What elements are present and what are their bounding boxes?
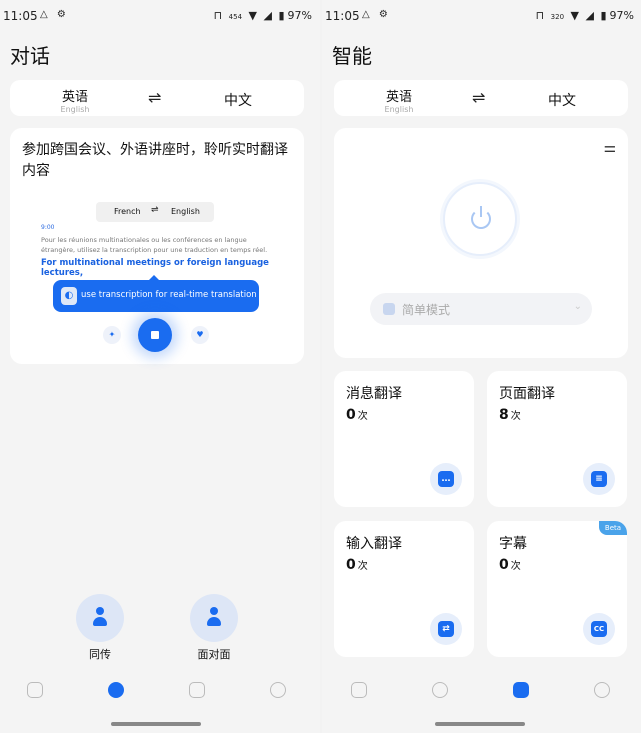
smart-icon[interactable] [513,682,529,698]
interpret-icon[interactable] [108,682,124,698]
preview-swap-icon: ⇌ [151,205,159,215]
page-translate-card[interactable]: 页面翻译 8次 ≡ [487,371,627,507]
smart-screen: 11:05 △ ⚙ ⊓ 320 ▼ ◢ ▮ 97% 智能 英语 English ⇌… [322,0,641,733]
target-language-button[interactable]: 中文 [203,90,273,110]
bottom-nav [0,676,320,704]
language-selector: 英语 English ⇌ 中文 [334,80,628,116]
feature-title: 消息翻译 [346,386,402,402]
status-bar: 11:05 △ ⚙ ⊓ 320 ▼ ◢ ▮ 97% [322,9,641,27]
status-left-icons: △ ⚙ [40,9,69,20]
tooltip-arrow [149,275,159,280]
wifi-icon: ▼ [248,9,258,22]
preview-english-text: For multinational meetings or foreign la… [41,258,269,278]
profile-icon[interactable] [594,682,610,698]
source-language-button[interactable]: 英语 English [40,86,110,114]
page-translate-icon: ≡ [583,463,615,495]
page-title: 智能 [332,44,372,68]
preview-tooltip: ◐ use transcription for real-time transl… [53,275,259,312]
profile-icon[interactable] [270,682,286,698]
feature-count: 8次 [499,407,521,423]
mode-select-value: 简单模式 [402,303,451,317]
status-bar: 11:05 △ ⚙ ⊓ 454 ▼ ◢ ▮ 97% [0,9,320,27]
interpret-icon[interactable] [432,682,448,698]
input-translate-icon: ⇄ [430,613,462,645]
battery-icon: ▮ [278,9,285,22]
input-translate-card[interactable]: 输入翻译 0次 ⇄ [334,521,474,657]
home-indicator[interactable] [435,722,525,726]
feature-title: 字幕 [499,536,527,552]
chevron-down-icon: ⌄ [573,301,582,312]
status-right-icons: ⊓ 454 ▼ ◢ ▮ 97% [211,9,312,22]
power-button[interactable] [443,182,517,256]
heart-icon: ♥ [191,326,209,344]
feature-count: 0次 [499,557,521,573]
chat-icon[interactable] [351,682,367,698]
chat-icon[interactable] [27,682,43,698]
stop-icon [138,318,172,352]
bottom-nav [322,676,641,704]
sliders-icon[interactable]: ⚌ [603,140,616,156]
message-translate-icon: … [430,463,462,495]
feature-title: 页面翻译 [499,386,555,402]
smart-icon[interactable] [189,682,205,698]
page-title: 对话 [10,44,50,68]
conversation-screen: 11:05 △ ⚙ ⊓ 454 ▼ ◢ ▮ 97% 对话 英语 English ⇌… [0,0,320,733]
preview-lang-a: French [114,207,141,216]
preview-lang-b: English [171,207,200,216]
status-time: 11:05 [3,9,38,23]
beta-badge: Beta [599,521,627,535]
target-language-button[interactable]: 中文 [527,90,597,110]
battery-level: 97% [287,9,312,22]
status-time: 11:05 [325,9,360,23]
feature-title: 输入翻译 [346,536,402,552]
source-language-sub: English [60,105,90,114]
intro-card: 参加跨国会议、外语讲座时，聆听实时翻译内容 French ⇌ English 9… [10,128,304,364]
preview-french-text: Pour les réunions multinationales ou les… [41,236,268,254]
home-indicator[interactable] [111,722,201,726]
simultaneous-interpret-icon [76,594,124,642]
subtitle-icon: CC [583,613,615,645]
intro-text: 参加跨国会议、外语讲座时，聆听实时翻译内容 [22,142,288,179]
wifi-icon: ▼ [570,9,580,22]
sparkle-icon: ✦ [103,326,121,344]
feature-count: 0次 [346,557,368,573]
source-language-sub: English [384,105,414,114]
face-to-face-icon [190,594,238,642]
tooltip-text: use transcription for real-time translat… [81,290,257,300]
battery-level: 97% [609,9,634,22]
earbuds-icon: ◐ [61,287,77,305]
face-to-face-button[interactable]: 面对面 [189,594,239,662]
swap-languages-icon[interactable]: ⇌ [148,88,161,107]
mode-icon [383,303,395,315]
battery-icon: ▮ [600,9,607,22]
status-right-icons: ⊓ 320 ▼ ◢ ▮ 97% [533,9,634,22]
power-icon [471,206,491,229]
vibrate-icon: ⊓ [213,9,223,22]
subtitle-card[interactable]: Beta 字幕 0次 CC [487,521,627,657]
signal-icon: ◢ [585,9,594,22]
status-left-icons: △ ⚙ [362,9,391,20]
source-language-label: 英语 [385,90,412,105]
mode-select[interactable]: 简单模式 ⌄ [370,293,592,325]
face-to-face-label: 面对面 [197,648,231,661]
signal-icon: ◢ [263,9,272,22]
message-translate-card[interactable]: 消息翻译 0次 … [334,371,474,507]
preview-language-bar: French ⇌ English [96,202,214,222]
simultaneous-interpret-label: 同传 [89,648,111,661]
feature-count: 0次 [346,407,368,423]
network-speed: 454 [228,13,243,21]
network-speed: 320 [550,13,565,21]
language-selector: 英语 English ⇌ 中文 [10,80,304,116]
vibrate-icon: ⊓ [535,9,545,22]
simultaneous-interpret-button[interactable]: 同传 [75,594,125,662]
smart-translate-card: ⚌ 简单模式 ⌄ [334,128,628,358]
swap-languages-icon[interactable]: ⇌ [472,88,485,107]
source-language-label: 英语 [61,90,88,105]
source-language-button[interactable]: 英语 English [364,86,434,114]
preview-time: 9:00 [41,224,55,231]
